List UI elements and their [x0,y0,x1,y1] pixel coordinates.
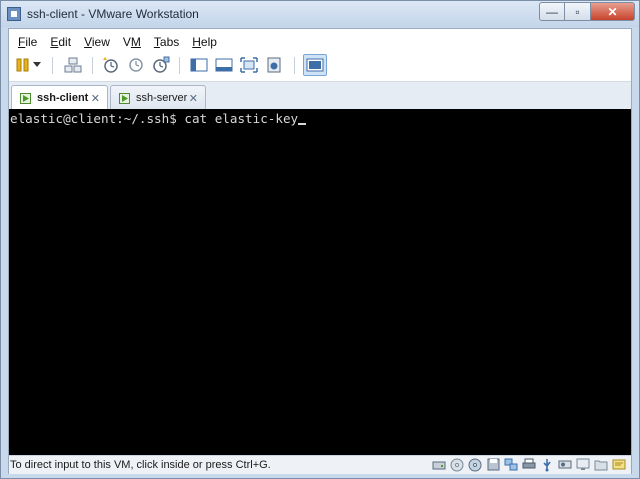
vm-console[interactable]: elastic@client:~/.ssh$ cat elastic-key [9,109,631,455]
window-title: ssh-client - VMware Workstation [27,7,199,21]
toolbar-separator [52,57,53,74]
menu-bar: File Edit View VM Tabs Help [9,32,631,52]
device-icons [429,457,627,472]
pause-icon[interactable] [13,55,33,75]
network-adapter-icon[interactable] [503,457,519,472]
tab-label: ssh-client [37,92,89,104]
dropdown-arrow-icon[interactable] [31,55,43,75]
toolbar-separator [294,57,295,74]
take-snapshot-icon[interactable] [101,55,121,75]
message-log-icon[interactable] [611,457,627,472]
unity-icon[interactable] [264,55,284,75]
caption-buttons: — ▫ ✕ [539,2,635,21]
tab-strip: ssh-client ✕ ssh-server ✕ [9,81,631,110]
full-screen-icon[interactable] [239,55,259,75]
menu-view[interactable]: View [84,32,110,52]
title-bar[interactable]: ssh-client - VMware Workstation — ▫ ✕ [1,1,639,27]
usb-icon[interactable] [539,457,555,472]
show-library-icon[interactable] [189,55,209,75]
display-icon[interactable] [575,457,591,472]
status-hint: To direct input to this VM, click inside… [10,459,271,471]
menu-vm[interactable]: VM [123,32,141,52]
menu-help[interactable]: Help [192,32,217,52]
cd-dvd-2-icon[interactable] [467,457,483,472]
tab-close-icon[interactable]: ✕ [189,92,198,105]
terminal-cursor [298,123,307,125]
console-view-icon[interactable] [303,54,327,76]
menu-edit[interactable]: Edit [50,32,71,52]
snapshot-manager-icon[interactable] [151,55,171,75]
maximize-button[interactable]: ▫ [565,2,591,21]
close-button[interactable]: ✕ [591,2,635,21]
cd-dvd-icon[interactable] [449,457,465,472]
tab-ssh-client[interactable]: ssh-client ✕ [11,85,108,110]
vmware-app-icon [7,7,21,21]
vmware-window: ssh-client - VMware Workstation — ▫ ✕ Fi… [0,0,640,479]
hard-disk-icon[interactable] [431,457,447,472]
vm-play-icon [119,92,130,104]
revert-snapshot-icon[interactable] [126,55,146,75]
terminal-command: elastic@client:~/.ssh$ cat elastic-key [10,111,299,126]
menu-file[interactable]: File [18,32,37,52]
floppy-icon[interactable] [485,457,501,472]
printer-icon[interactable] [521,457,537,472]
minimize-button[interactable]: — [539,2,565,21]
tab-ssh-server[interactable]: ssh-server ✕ [110,85,206,110]
toolbar-separator [92,57,93,74]
tab-label: ssh-server [136,92,188,104]
toolbar [9,53,631,79]
client-area: File Edit View VM Tabs Help ssh-client ✕… [8,28,632,474]
tab-close-icon[interactable]: ✕ [91,92,100,105]
thumbnail-bar-icon[interactable] [214,55,234,75]
shared-folder-icon[interactable] [593,457,609,472]
status-bar: To direct input to this VM, click inside… [9,455,631,474]
vm-play-icon [20,92,31,104]
toolbar-separator [179,57,180,74]
menu-tabs[interactable]: Tabs [154,32,179,52]
send-ctrl-alt-del-icon[interactable] [63,55,83,75]
sound-card-icon[interactable] [557,457,573,472]
terminal-line: elastic@client:~/.ssh$ cat elastic-key [10,111,307,126]
